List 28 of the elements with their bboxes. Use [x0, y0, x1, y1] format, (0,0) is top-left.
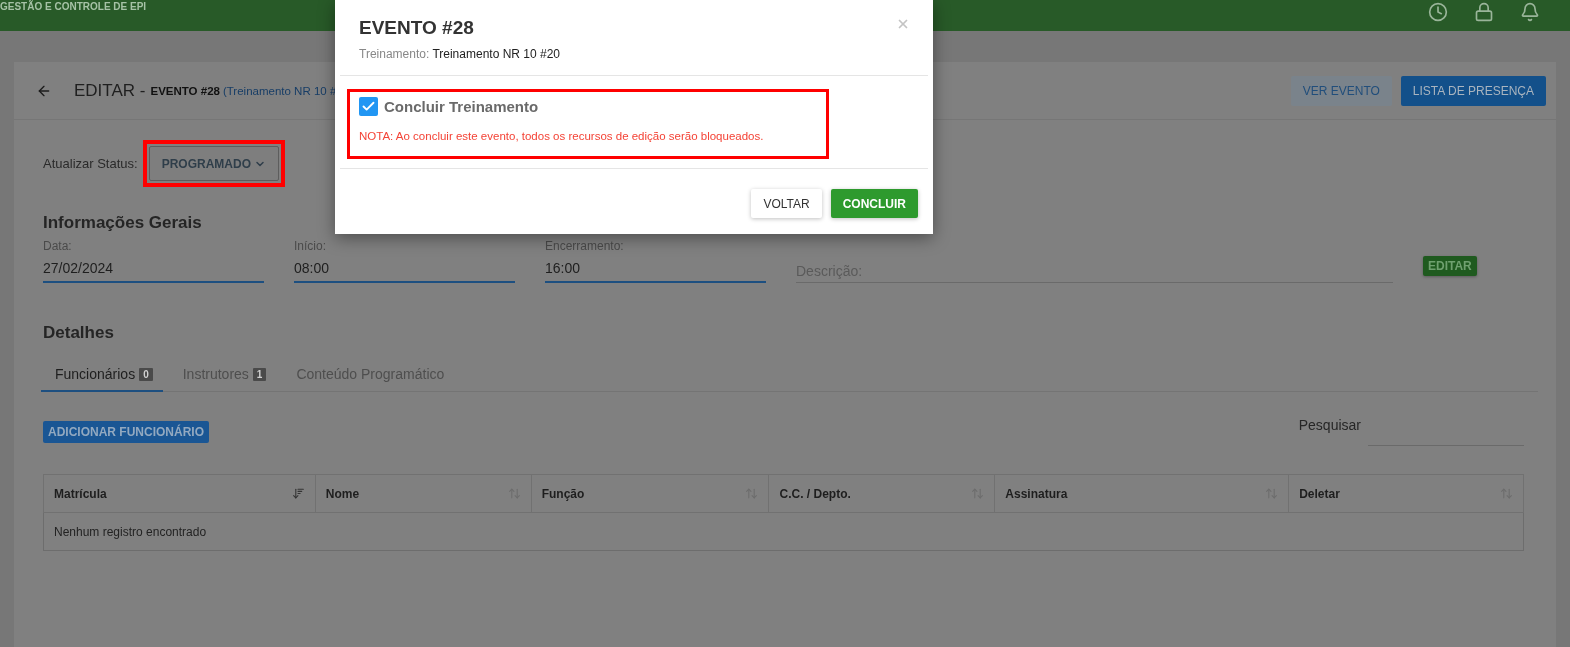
view-button[interactable]: VER EVENTO [1290, 75, 1392, 106]
count-badge: 1 [252, 367, 267, 381]
column-header[interactable]: Deletar [1299, 486, 1340, 501]
confirm-button[interactable]: CONCLUIR [830, 189, 918, 218]
warning-note: NOTA: Ao concluir este evento, todos os recursos de edição serão bloqueados. [359, 130, 765, 142]
status-label: Atualizar Status: [43, 156, 138, 171]
checkbox-label: Concluir Treinamento [384, 98, 539, 115]
column-header[interactable]: C.C. / Depto. [779, 486, 851, 501]
tab[interactable]: Funcionários 0 [41, 352, 163, 392]
edit-button[interactable]: EDITAR [1423, 256, 1477, 276]
modal-title: EVENTO #28 [359, 17, 474, 39]
status-dropdown[interactable]: PROGRAMADO [148, 146, 279, 181]
column-header[interactable]: Matrícula [54, 486, 107, 501]
column-header[interactable]: Função [541, 486, 585, 501]
modal-subtitle: Treinamento: Treinamento NR 10 #20 [359, 47, 560, 61]
attendance-button[interactable]: LISTA DE PRESENÇA [1400, 75, 1546, 106]
search-label: Pesquisar [1298, 417, 1361, 433]
back-button[interactable]: VOLTAR [751, 189, 822, 218]
count-badge: 0 [139, 367, 153, 381]
event-name: EVENTO #28 [150, 84, 220, 97]
add-button[interactable]: ADICIONAR FUNCIONÁRIO [43, 421, 209, 443]
column-header[interactable]: Nome [325, 486, 360, 501]
empty-message: Nenhum registro encontrado [54, 524, 207, 539]
section-title: Informações Gerais [43, 213, 203, 233]
page-title: EDITAR - [74, 80, 146, 101]
section-title: Detalhes [43, 323, 115, 343]
app-title: GESTÃO E CONTROLE DE EPI [0, 1, 147, 13]
column-header[interactable]: Assinatura [1005, 486, 1068, 501]
